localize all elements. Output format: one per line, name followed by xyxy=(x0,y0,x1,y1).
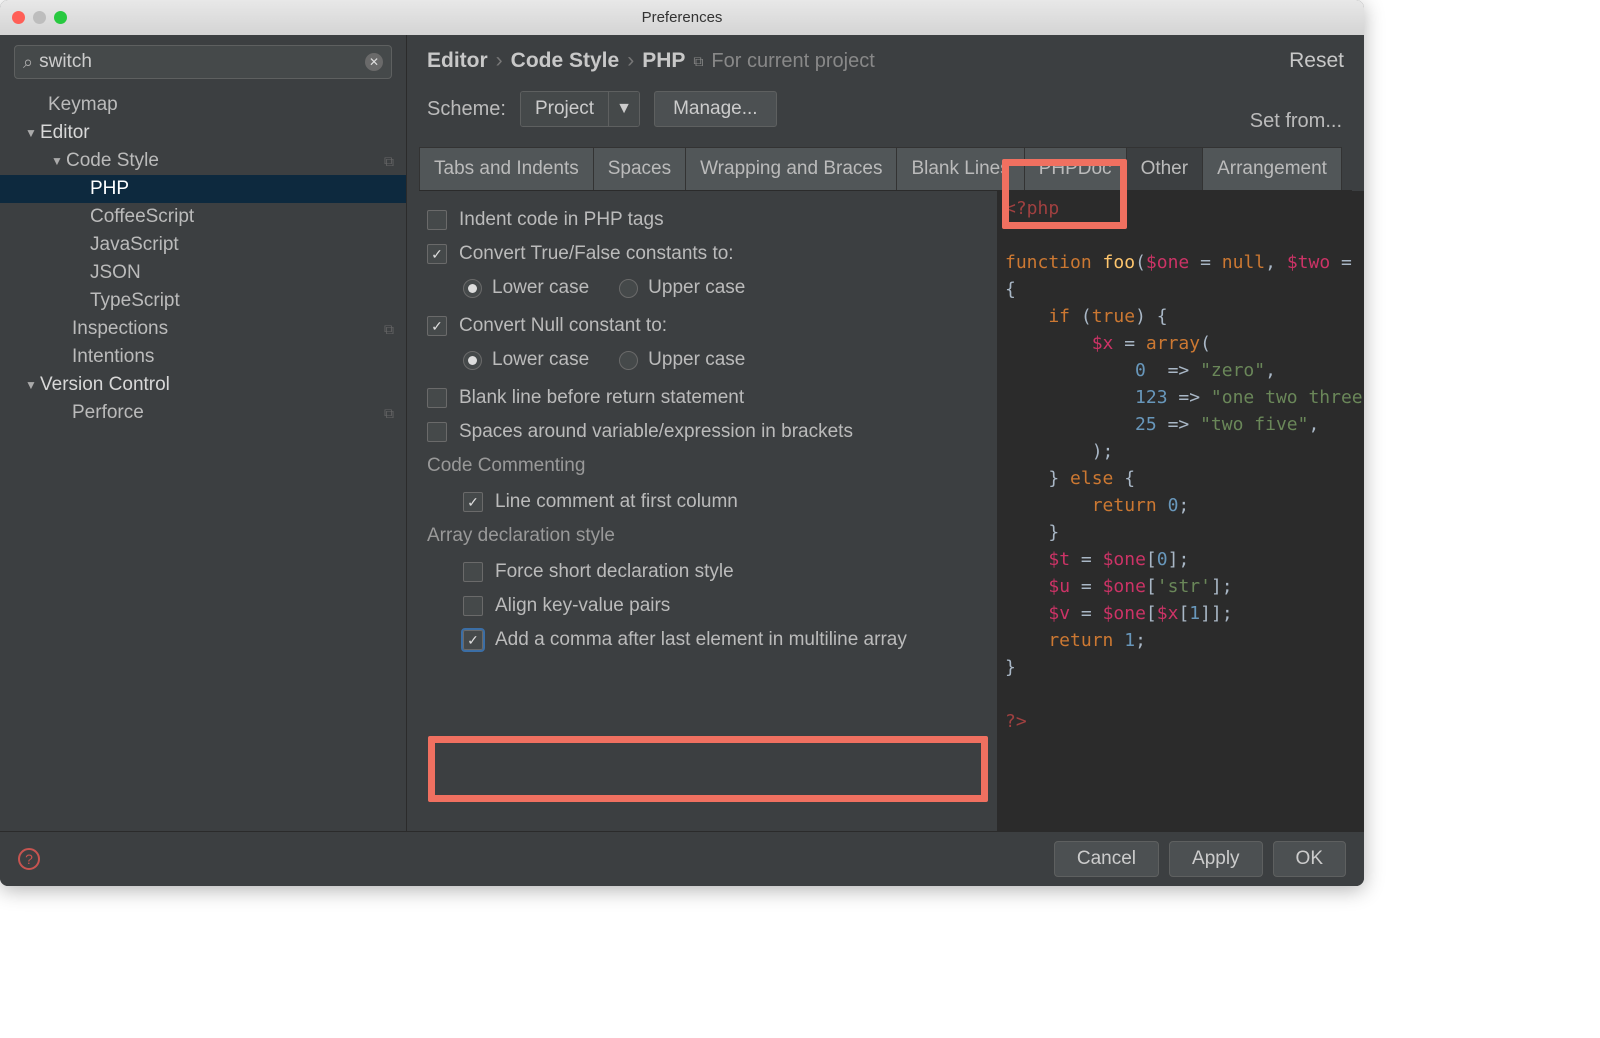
tree-item-code-style[interactable]: ▼Code Style⧉ xyxy=(0,147,406,175)
radio-tf-upper[interactable] xyxy=(619,279,638,298)
tree-item-version-control[interactable]: ▼Version Control xyxy=(0,371,406,399)
help-icon[interactable]: ? xyxy=(18,848,40,870)
section-array-decl: Array declaration style xyxy=(427,525,987,547)
titlebar: Preferences xyxy=(0,0,1364,35)
set-from-link[interactable]: Set from... xyxy=(1250,110,1342,133)
tree-item-intentions[interactable]: Intentions xyxy=(0,343,406,371)
manage-button[interactable]: Manage... xyxy=(654,91,777,127)
scheme-label: Scheme: xyxy=(427,98,506,121)
breadcrumb: Editor › Code Style › PHP ⧉ For current … xyxy=(427,49,1289,73)
tree-item-perforce[interactable]: Perforce⧉ xyxy=(0,399,406,427)
radio-tf-lower[interactable] xyxy=(463,279,482,298)
tab-phpdoc[interactable]: PHPDoc xyxy=(1025,147,1127,190)
checkbox-align-kv[interactable] xyxy=(463,596,483,616)
chevron-down-icon: ▼ xyxy=(22,378,40,392)
minimize-icon xyxy=(33,11,46,24)
cancel-button[interactable]: Cancel xyxy=(1054,841,1159,877)
radio-null-lower[interactable] xyxy=(463,351,482,370)
clear-search-icon[interactable]: ✕ xyxy=(365,53,383,71)
checkbox-indent-code[interactable] xyxy=(427,210,447,230)
tree-item-json[interactable]: JSON xyxy=(0,259,406,287)
chevron-down-icon: ▼ xyxy=(22,126,40,140)
chevron-down-icon: ▼ xyxy=(609,92,639,126)
code-preview: <?php function foo($one = null, $two = {… xyxy=(997,191,1364,831)
search-box[interactable]: ⌕ ✕ xyxy=(14,45,392,79)
tree-item-keymap[interactable]: Keymap xyxy=(0,91,406,119)
scheme-select[interactable]: Project ▼ xyxy=(520,91,640,127)
search-icon: ⌕ xyxy=(23,52,33,73)
tree-item-javascript[interactable]: JavaScript xyxy=(0,231,406,259)
tab-other[interactable]: Other xyxy=(1127,147,1204,190)
ok-button[interactable]: OK xyxy=(1273,841,1346,877)
tab-wrapping[interactable]: Wrapping and Braces xyxy=(686,147,897,190)
checkbox-add-comma[interactable] xyxy=(463,630,483,650)
close-icon[interactable] xyxy=(12,11,25,24)
maximize-icon[interactable] xyxy=(54,11,67,24)
window-title: Preferences xyxy=(642,9,723,26)
reset-link[interactable]: Reset xyxy=(1289,49,1344,73)
sidebar: ⌕ ✕ Keymap ▼Editor ▼Code Style⧉ PHP Coff… xyxy=(0,35,407,831)
checkbox-spaces-brackets[interactable] xyxy=(427,422,447,442)
chevron-down-icon: ▼ xyxy=(48,154,66,168)
apply-button[interactable]: Apply xyxy=(1169,841,1263,877)
checkbox-blank-return[interactable] xyxy=(427,388,447,408)
radio-null-upper[interactable] xyxy=(619,351,638,370)
copy-icon: ⧉ xyxy=(384,405,394,422)
copy-icon: ⧉ xyxy=(384,153,394,170)
search-input[interactable] xyxy=(39,51,365,73)
options-panel: Indent code in PHP tags Convert True/Fal… xyxy=(407,191,997,831)
tab-spaces[interactable]: Spaces xyxy=(594,147,686,190)
tree-item-php[interactable]: PHP xyxy=(0,175,406,203)
tab-arrangement[interactable]: Arrangement xyxy=(1203,147,1342,190)
checkbox-convert-tf[interactable] xyxy=(427,244,447,264)
tree-item-inspections[interactable]: Inspections⧉ xyxy=(0,315,406,343)
tab-blank-lines[interactable]: Blank Lines xyxy=(897,147,1024,190)
checkbox-line-comment-first[interactable] xyxy=(463,492,483,512)
copy-icon: ⧉ xyxy=(384,321,394,338)
checkbox-convert-null[interactable] xyxy=(427,316,447,336)
tree-item-editor[interactable]: ▼Editor xyxy=(0,119,406,147)
checkbox-force-short[interactable] xyxy=(463,562,483,582)
section-code-commenting: Code Commenting xyxy=(427,455,987,477)
scope-icon: ⧉ xyxy=(693,53,703,70)
tree-item-typescript[interactable]: TypeScript xyxy=(0,287,406,315)
tree-item-coffeescript[interactable]: CoffeeScript xyxy=(0,203,406,231)
tab-tabs-indents[interactable]: Tabs and Indents xyxy=(419,147,594,190)
